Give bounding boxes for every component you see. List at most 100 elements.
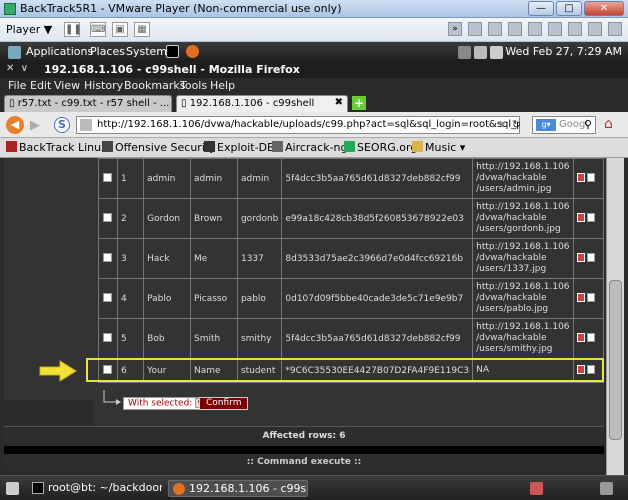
cell-last-name: Smith xyxy=(190,318,238,359)
tab-c99shell[interactable]: ▯ 192.168.1.106 - c99shell ✖ xyxy=(176,95,348,112)
cell-first-name: Hack xyxy=(143,238,192,279)
terminal-launcher-icon[interactable] xyxy=(166,45,179,58)
reload-icon[interactable]: ↻ xyxy=(512,118,521,131)
row-checkbox[interactable] xyxy=(103,212,113,222)
player-menu-button[interactable]: Player ▼ xyxy=(6,23,52,36)
row-checkbox[interactable] xyxy=(103,292,113,302)
bookmark-star-icon[interactable]: ☆ ▾ xyxy=(486,118,505,131)
cd-drive-icon[interactable] xyxy=(488,22,502,36)
edit-row-icon[interactable] xyxy=(586,212,595,222)
send-ctrl-alt-del-icon[interactable]: ⌨ xyxy=(90,22,106,37)
printer-icon[interactable] xyxy=(568,22,582,36)
device-icons: » xyxy=(448,22,622,36)
menu-file[interactable]: File xyxy=(8,79,26,92)
menu-history[interactable]: History xyxy=(84,79,123,92)
vmware-title-bar: BackTrack5R1 - VMware Player (Non-commer… xyxy=(0,0,628,18)
url-bar[interactable]: http://192.168.1.106/dvwa/hackable/uploa… xyxy=(76,116,520,134)
bluetooth-icon[interactable] xyxy=(474,46,487,59)
delete-row-icon[interactable] xyxy=(576,332,585,342)
menu-view[interactable]: View xyxy=(54,79,80,92)
bookmark-folder-music[interactable]: Music ▾ xyxy=(412,141,465,154)
s-addon-icon[interactable]: S xyxy=(54,117,70,133)
menu-tools[interactable]: Tools xyxy=(180,79,207,92)
delete-row-icon[interactable] xyxy=(576,292,585,302)
system-menu[interactable]: System xyxy=(126,45,167,58)
cell-id: 3 xyxy=(116,238,145,279)
window-menu-icon[interactable]: ✕ ∨ xyxy=(6,63,28,74)
home-icon[interactable]: ⌂ xyxy=(604,116,613,132)
search-magnifier-icon[interactable]: ⚲ xyxy=(584,118,592,131)
row-actions xyxy=(576,252,595,265)
tab-label: r57.txt - c99.txt - r57 shell - ... xyxy=(17,98,170,109)
bookmark-offensive-security[interactable]: Offensive Security xyxy=(102,141,216,154)
bookmark-exploit-db[interactable]: Exploit-DB xyxy=(204,141,275,154)
cell-password-hash: 0d107d09f5bbe40cade3de5c71e9e9b7 xyxy=(281,278,474,319)
fullscreen-icon[interactable]: ▣ xyxy=(112,22,128,37)
show-desktop-icon[interactable] xyxy=(6,482,19,495)
bookmark-aircrack-ng[interactable]: Aircrack-ng xyxy=(272,141,348,154)
menu-bookmarks[interactable]: Bookmarks xyxy=(124,79,185,92)
delete-row-icon[interactable] xyxy=(576,252,585,262)
edit-row-icon[interactable] xyxy=(586,332,595,342)
applications-menu[interactable]: Applications xyxy=(26,45,93,58)
maximize-button[interactable]: □ xyxy=(556,1,582,16)
row-actions xyxy=(576,292,595,305)
tab-r57-shell[interactable]: ▯ r57.txt - c99.txt - r57 shell - ... xyxy=(4,95,172,112)
hard-disk-icon[interactable] xyxy=(468,22,482,36)
forward-button-icon[interactable]: ▶ xyxy=(30,118,40,133)
edit-row-icon[interactable] xyxy=(586,292,595,302)
row-checkbox[interactable] xyxy=(103,252,113,262)
google-search-engine-icon[interactable]: g▾ xyxy=(536,119,556,131)
vmware-toolbar: Player ▼ ❚❚ ⌨ ▣ ▦ » xyxy=(0,18,628,42)
back-button-icon[interactable]: ◀ xyxy=(6,116,24,134)
row-checkbox[interactable] xyxy=(103,332,113,342)
volume-icon[interactable] xyxy=(458,46,471,59)
pause-icon[interactable]: ❚❚ xyxy=(64,22,82,37)
menu-edit[interactable]: Edit xyxy=(30,79,51,92)
new-tab-icon[interactable]: + xyxy=(352,96,366,110)
command-execute-header: :: Command execute :: xyxy=(4,454,604,470)
edit-row-icon[interactable] xyxy=(586,172,595,182)
terminal-icon xyxy=(32,482,44,494)
delete-row-icon[interactable] xyxy=(576,172,585,182)
navigation-toolbar: ◀ ▶ S http://192.168.1.106/dvwa/hackable… xyxy=(0,112,628,138)
cell-last-name: Brown xyxy=(190,198,238,239)
task-firefox-label: 192.168.1.106 - c99sh... xyxy=(189,482,307,495)
edit-row-icon[interactable] xyxy=(586,252,595,262)
scrollbar-thumb[interactable] xyxy=(609,280,622,440)
bookmark-backtrack-linux[interactable]: BackTrack Linux xyxy=(6,141,108,154)
cell-row-actions xyxy=(572,318,605,359)
vertical-scrollbar[interactable] xyxy=(606,158,624,475)
confirm-button[interactable]: Confirm xyxy=(199,397,249,410)
places-menu[interactable]: Places xyxy=(90,45,125,58)
row-checkbox[interactable] xyxy=(103,172,113,182)
sound-icon[interactable] xyxy=(548,22,562,36)
firefox-launcher-icon[interactable] xyxy=(186,45,199,58)
message-icon[interactable] xyxy=(608,22,622,36)
cell-checkbox xyxy=(98,238,118,279)
task-terminal[interactable]: root@bt: ~/backdoor xyxy=(28,480,162,497)
close-button[interactable]: ✕ xyxy=(584,1,624,16)
usb-icon[interactable] xyxy=(528,22,542,36)
tab-label: 192.168.1.106 - c99shell xyxy=(189,98,315,109)
sql-results-table: 1 admin admin admin 5f4dcc3b5aa765d61d8327de… xyxy=(98,158,605,383)
panel-clock[interactable]: Wed Feb 27, 7:29 AM xyxy=(505,45,622,58)
display-icon[interactable] xyxy=(588,22,602,36)
more-devices-icon[interactable]: » xyxy=(448,22,462,36)
cell-row-actions xyxy=(572,158,605,199)
menu-help[interactable]: Help xyxy=(210,79,235,92)
mail-icon[interactable] xyxy=(490,46,503,59)
cell-username: smithy xyxy=(236,318,283,359)
unity-icon[interactable]: ▦ xyxy=(134,22,150,37)
delete-row-icon[interactable] xyxy=(576,212,585,222)
with-selected-dropdown[interactable]: With selected:▼ xyxy=(123,397,209,410)
network-icon[interactable] xyxy=(508,22,522,36)
close-tab-icon[interactable]: ✖ xyxy=(335,97,343,108)
bookmark-seorg[interactable]: SEORG.org xyxy=(344,141,417,154)
trash-icon[interactable] xyxy=(600,482,613,495)
applet-icon[interactable] xyxy=(530,482,543,495)
bottom-taskbar: root@bt: ~/backdoor 192.168.1.106 - c99s… xyxy=(0,475,628,500)
task-firefox[interactable]: 192.168.1.106 - c99sh... xyxy=(168,480,308,497)
minimize-button[interactable]: — xyxy=(528,1,554,16)
site-identity-icon[interactable] xyxy=(80,119,92,131)
